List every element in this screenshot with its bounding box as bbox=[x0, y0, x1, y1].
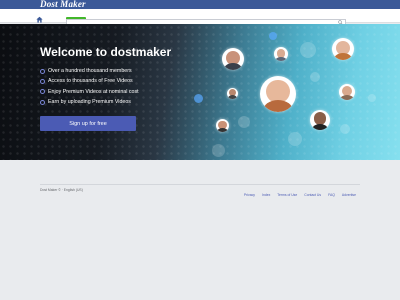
member-avatar bbox=[227, 88, 238, 99]
footer-link-terms[interactable]: Terms of Use bbox=[277, 193, 297, 197]
footer-link-contact[interactable]: Contact Us bbox=[304, 193, 321, 197]
decor-bubble bbox=[340, 124, 350, 134]
member-avatar bbox=[339, 84, 355, 100]
footer-link-faq[interactable]: FAQ bbox=[328, 193, 335, 197]
decor-bubble bbox=[212, 144, 225, 157]
member-avatar bbox=[310, 110, 330, 130]
footer-link-advertise[interactable]: Advertise bbox=[342, 193, 356, 197]
home-icon[interactable] bbox=[36, 16, 43, 23]
member-avatar bbox=[332, 38, 354, 60]
decor-bubble bbox=[310, 72, 320, 82]
feature-item: Earn by uploading Premium Videos bbox=[40, 97, 139, 107]
signup-button[interactable]: Sign up for free bbox=[40, 116, 136, 131]
footer-locale[interactable]: Dost Maker © · English (US) bbox=[40, 188, 83, 192]
footer-link-index[interactable]: Index bbox=[262, 193, 270, 197]
member-avatar bbox=[260, 76, 296, 112]
feature-item: Access to thousands of Free Videos bbox=[40, 76, 139, 86]
bullet-icon bbox=[40, 78, 45, 84]
bullet-icon bbox=[40, 99, 45, 105]
footer-divider bbox=[40, 184, 360, 185]
decor-bubble bbox=[238, 116, 250, 128]
footer-link-privacy[interactable]: Privacy bbox=[244, 193, 255, 197]
decor-bubble bbox=[368, 94, 376, 102]
bullet-icon bbox=[40, 89, 45, 95]
member-avatar bbox=[216, 119, 229, 132]
member-avatar bbox=[274, 47, 288, 61]
top-bar: Dost Maker bbox=[0, 0, 400, 9]
nav-bar bbox=[0, 9, 400, 27]
footer-links: Privacy Index Terms of Use Contact Us FA… bbox=[244, 193, 356, 197]
decor-bubble bbox=[300, 42, 316, 58]
feature-item: Over a hundred thousand members bbox=[40, 66, 139, 76]
feature-list: Over a hundred thousand members Access t… bbox=[40, 66, 139, 107]
hero-title: Welcome to dostmaker bbox=[40, 45, 172, 59]
decor-bubble bbox=[288, 132, 302, 146]
site-logo[interactable]: Dost Maker bbox=[40, 0, 86, 9]
member-avatar bbox=[222, 48, 244, 70]
footer: Dost Maker © · English (US) Privacy Inde… bbox=[0, 160, 400, 300]
decor-bubble bbox=[269, 32, 277, 40]
feature-item: Enjoy Premium Videos at nominal cost bbox=[40, 87, 139, 97]
hero-banner: Welcome to dostmaker Over a hundred thou… bbox=[0, 24, 400, 160]
decor-bubble bbox=[194, 94, 203, 103]
bullet-icon bbox=[40, 68, 45, 74]
